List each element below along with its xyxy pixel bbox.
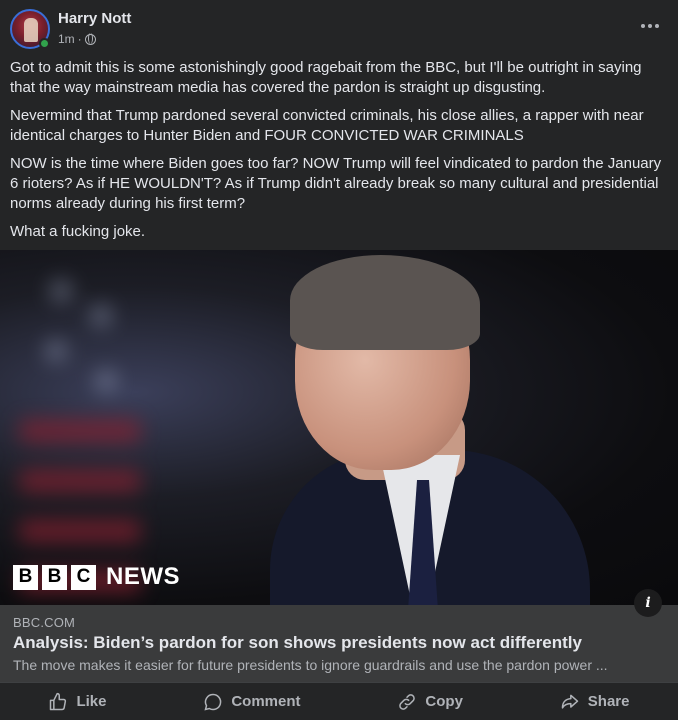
online-status-icon (39, 38, 50, 49)
logo-news: NEWS (106, 563, 180, 590)
feed-post: Harry Nott 1m · Got to admit this is som… (0, 0, 678, 720)
link-preview-image[interactable]: B B C NEWS (0, 250, 678, 605)
post-paragraph: What a fucking joke. (10, 223, 146, 240)
share-label: Share (587, 693, 630, 710)
link-headline[interactable]: Analysis: Biden’s pardon for son shows p… (13, 633, 665, 653)
photo-subject (230, 250, 590, 605)
meta-separator: · (77, 32, 82, 46)
bbc-news-logo: B B C NEWS (13, 563, 180, 591)
comment-button[interactable]: Comment (183, 686, 320, 718)
copy-label: Copy (425, 693, 463, 710)
link-subtitle: The move makes it easier for future pres… (13, 657, 608, 673)
comment-label: Comment (231, 693, 301, 710)
comment-icon (204, 693, 222, 711)
more-options-icon[interactable] (638, 16, 662, 36)
post-meta: 1m · (58, 32, 96, 46)
link-domain: BBC.COM (13, 615, 76, 630)
share-button[interactable]: Share (540, 686, 650, 718)
share-icon (561, 694, 579, 709)
post-actions: Like Comment Copy Share (0, 682, 678, 720)
logo-letter: C (71, 564, 96, 590)
info-icon[interactable]: i (634, 589, 662, 617)
link-icon (399, 693, 416, 710)
post-time[interactable]: 1m (58, 32, 75, 46)
like-button[interactable]: Like (28, 686, 126, 718)
author-name[interactable]: Harry Nott (58, 10, 131, 27)
background-flag (20, 260, 140, 600)
like-label: Like (76, 693, 107, 710)
post-header: Harry Nott 1m · (0, 0, 678, 56)
copy-button[interactable]: Copy (377, 686, 483, 718)
link-preview[interactable]: BBC.COM Analysis: Biden’s pardon for son… (0, 605, 678, 682)
post-paragraph: NOW is the time where Biden goes too far… (10, 155, 662, 212)
globe-icon[interactable] (84, 33, 96, 45)
logo-letter: B (13, 564, 38, 590)
post-text: Got to admit this is some astonishingly … (10, 58, 670, 250)
post-paragraph: Got to admit this is some astonishingly … (10, 59, 642, 96)
like-icon (50, 692, 67, 710)
logo-letter: B (42, 564, 67, 590)
post-paragraph: Nevermind that Trump pardoned several co… (10, 107, 644, 144)
